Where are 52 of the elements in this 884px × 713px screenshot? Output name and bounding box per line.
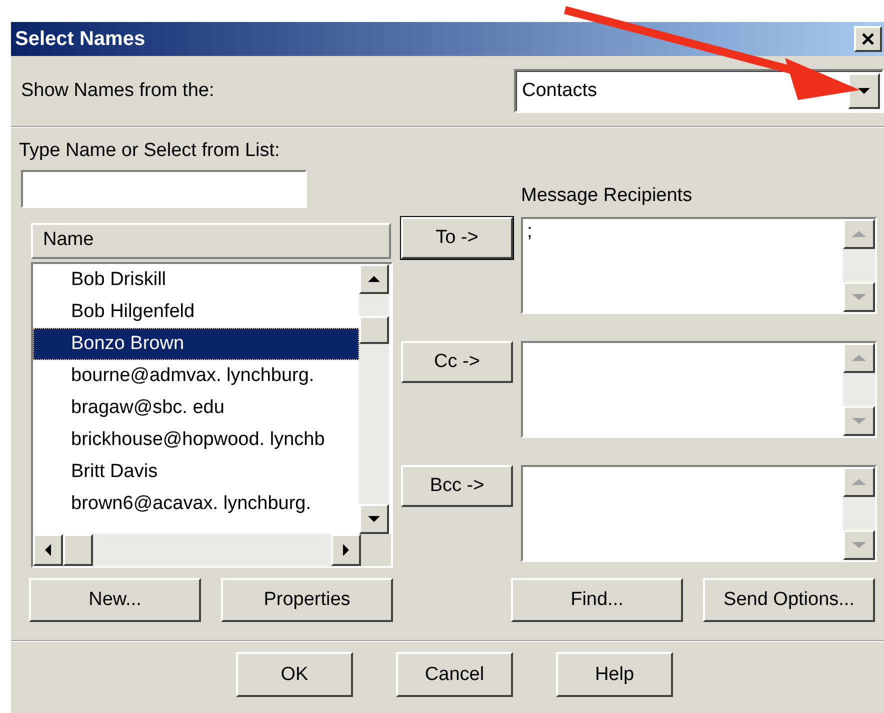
up-arrow-icon — [851, 478, 867, 486]
action-button[interactable]: New... — [29, 578, 201, 622]
scrollbar-corner — [361, 534, 391, 566]
recipient-field[interactable]: ; — [521, 217, 877, 314]
dialog-button[interactable]: Cancel — [396, 652, 513, 697]
dropdown-value: Contacts — [521, 80, 597, 102]
list-item[interactable]: brown6@acavax. lynchburg. — [33, 488, 359, 520]
list-item[interactable]: Britt Davis — [33, 456, 359, 488]
recipient-field[interactable] — [521, 465, 877, 562]
dialog-button[interactable]: OK — [236, 652, 353, 697]
up-arrow-icon — [367, 275, 381, 283]
dropdown-button[interactable] — [848, 73, 880, 109]
recipients-label: Message Recipients — [521, 185, 694, 207]
action-button[interactable]: Properties — [221, 578, 393, 622]
up-arrow-icon — [851, 230, 867, 238]
vertical-scrollbar[interactable] — [843, 219, 875, 312]
vertical-scrollbar[interactable] — [843, 467, 875, 560]
window-title: Select Names — [15, 28, 146, 50]
down-arrow-icon — [367, 515, 381, 523]
close-button[interactable] — [854, 26, 882, 52]
left-arrow-icon — [44, 543, 52, 557]
dialog-button[interactable]: Help — [556, 652, 673, 697]
column-header[interactable]: Name — [31, 223, 391, 259]
name-input[interactable] — [21, 170, 307, 208]
search-label: Type Name or Select from List: — [19, 140, 281, 162]
list-item[interactable]: Bob Hilgenfeld — [33, 296, 359, 328]
caret-icon — [857, 87, 871, 95]
close-icon — [860, 31, 876, 47]
add-recipient-button[interactable]: Cc -> — [401, 341, 513, 383]
add-recipient-button[interactable]: Bcc -> — [401, 465, 513, 507]
up-arrow-icon — [851, 354, 867, 362]
source-label: Show Names from the: — [21, 80, 214, 102]
list-item[interactable]: Bonzo Brown — [33, 328, 359, 360]
down-arrow-icon — [851, 417, 867, 425]
vertical-scrollbar[interactable] — [843, 343, 875, 436]
list-item[interactable]: bragaw@sbc. edu — [33, 392, 359, 424]
list-item[interactable]: Bob Driskill — [33, 264, 359, 296]
add-recipient-button[interactable]: To -> — [401, 217, 513, 259]
scroll-thumb[interactable] — [359, 316, 389, 344]
list-item[interactable]: bourne@admvax. lynchburg. — [33, 360, 359, 392]
vertical-scrollbar[interactable] — [359, 264, 389, 534]
source-dropdown[interactable]: Contacts — [514, 69, 884, 113]
down-arrow-icon — [851, 293, 867, 301]
recipient-text: ; — [527, 221, 532, 242]
horizontal-scrollbar[interactable] — [33, 534, 391, 566]
down-arrow-icon — [851, 541, 867, 549]
list-item[interactable]: brickhouse@hopwood. lynchb — [33, 424, 359, 456]
action-button[interactable]: Send Options... — [703, 578, 875, 622]
recipient-field[interactable] — [521, 341, 877, 438]
action-button[interactable]: Find... — [511, 578, 683, 622]
right-arrow-icon — [342, 543, 350, 557]
scroll-thumb[interactable] — [63, 534, 93, 566]
